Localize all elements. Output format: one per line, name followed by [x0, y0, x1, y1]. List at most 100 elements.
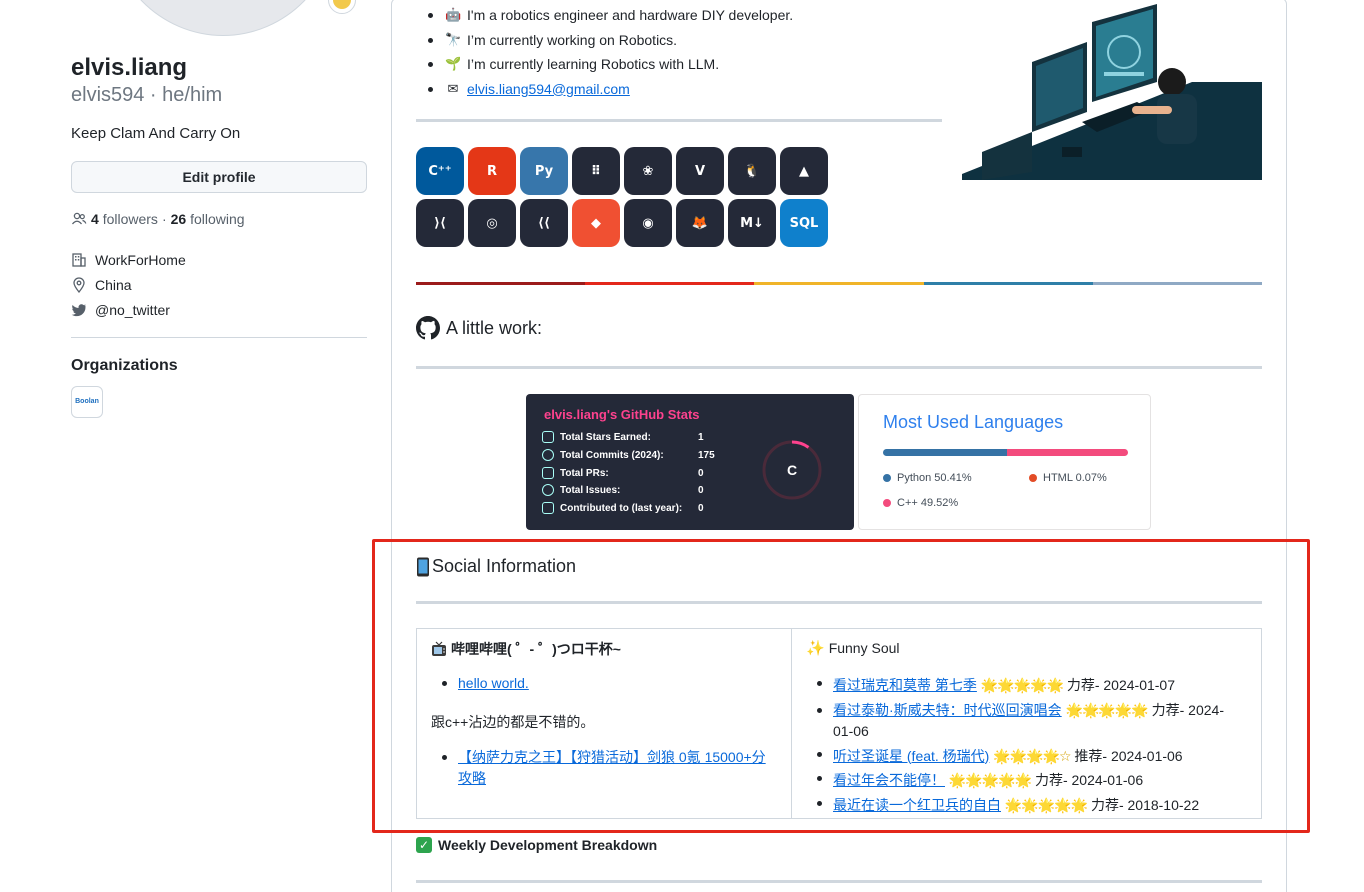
star-icon: [542, 431, 554, 443]
people-icon: [71, 212, 87, 225]
issue-icon: [542, 484, 554, 496]
following-link[interactable]: 26 following: [171, 211, 245, 227]
video-link[interactable]: hello world.: [458, 675, 529, 691]
color-segment: [1092, 282, 1263, 285]
edit-profile-button[interactable]: Edit profile: [71, 161, 367, 193]
color-segment: [923, 282, 1093, 285]
list-item: 看过瑞克和莫蒂 第七季 🌟🌟🌟🌟🌟 力荐- 2024-01-07: [817, 673, 1243, 698]
stats-row: Contributed to (last year): 0: [542, 502, 704, 514]
profile-location: China: [71, 277, 132, 293]
profile-company: WorkForHome: [71, 252, 186, 268]
rating-stars: 🌟🌟🌟🌟🌟: [980, 677, 1064, 693]
profile-twitter[interactable]: @no_twitter: [71, 302, 170, 318]
tv-icon: [432, 641, 446, 656]
list-item: 🌱 I’m currently learning Robotics with LL…: [427, 52, 793, 77]
repo-icon: [542, 502, 554, 514]
language-dot: [883, 499, 891, 507]
grade-ring: C: [762, 440, 822, 500]
language-legend-item: Python 50.41%: [883, 472, 972, 484]
profile-full-name: elvis.liang: [71, 54, 188, 81]
status-emoji-icon[interactable]: [328, 0, 356, 14]
language-dot: [883, 474, 891, 482]
organization-avatar[interactable]: Boolan: [71, 386, 103, 418]
rating-stars: 🌟🌟🌟🌟🌟: [1065, 701, 1149, 718]
weekly-heading: ✓ Weekly Development Breakdown: [416, 837, 657, 853]
github-icon: ◉: [624, 199, 672, 247]
language-bar-segment: [883, 449, 1007, 456]
list-item: hello world.: [442, 673, 529, 694]
building-icon: [72, 253, 86, 267]
bilibili-list-1: hello world.: [442, 673, 529, 694]
vim-icon: V: [676, 147, 724, 195]
python-icon: Py: [520, 147, 568, 195]
list-item: 🤖 I'm a robotics engineer and hardware DI…: [427, 3, 793, 28]
github-octocat-icon: [416, 316, 440, 340]
profile-bio: Keep Clam And Carry On: [71, 125, 241, 142]
language-dot: [1029, 474, 1037, 482]
list-item: 【纳萨力克之王】【狩猎活动】剑狼 0氪 15000+分攻略: [442, 747, 778, 789]
list-item: 听过圣诞星 (feat. 杨瑞代) 🌟🌟🌟🌟☆ 推荐- 2024-01-06: [817, 744, 1243, 769]
followers-link[interactable]: 4 followers: [91, 211, 158, 227]
divider: [416, 366, 1262, 369]
grade-text: C: [787, 462, 797, 478]
tech-stack-icons: C⁺⁺ R Py ⠿ ❀ V 🐧 ▲ ⟩⟨ ◎ ⟨⟨ ◆ ◉ 🦊 M↓ SQL: [416, 147, 828, 247]
github-stats-card[interactable]: elvis.liang's GitHub Stats Total Stars E…: [526, 394, 854, 530]
douban-link[interactable]: 看过年会不能停！: [833, 772, 945, 788]
git-icon: ◆: [572, 199, 620, 247]
bilibili-heading: 哔哩哔哩( ゜- ゜)つロ干杯~: [431, 639, 621, 659]
language-bar-segment: [1006, 449, 1128, 456]
twitter-icon: [71, 304, 86, 317]
intro-list: 🤖 I'm a robotics engineer and hardware DI…: [427, 3, 793, 102]
clock-icon: [542, 449, 554, 461]
developer-illustration: [962, 4, 1262, 180]
email-icon: ✉: [447, 80, 459, 96]
vscode-icon: ⟩⟨: [416, 199, 464, 247]
sqlite-icon: SQL: [780, 199, 828, 247]
divider: [416, 601, 1262, 604]
languages-bar: [883, 449, 1128, 456]
cmake-icon: ▲: [780, 147, 828, 195]
seedling-icon: 🌱: [445, 56, 462, 72]
blender-icon: ◎: [468, 199, 516, 247]
stats-row: Total PRs: 0: [542, 467, 704, 479]
list-item: 看过年会不能停！ 🌟🌟🌟🌟🌟 力荐- 2024-01-06: [817, 768, 1243, 793]
douban-link[interactable]: 最近在读一个红卫兵的自白: [833, 797, 1001, 813]
social-heading: Social Information: [416, 556, 576, 577]
organizations-heading: Organizations: [71, 357, 178, 374]
list-item: 🔭 I’m currently working on Robotics.: [427, 28, 793, 53]
list-item: ✉ elvis.liang594@gmail.com: [427, 77, 793, 102]
follow-stats: 4 followers · 26 following: [71, 211, 245, 227]
list-item: 最近在读一个红卫兵的自白 🌟🌟🌟🌟🌟 力荐- 2018-10-22: [817, 793, 1243, 818]
color-segment: [585, 282, 755, 285]
rating-stars: 🌟🌟🌟🌟🌟: [1004, 796, 1088, 813]
color-segment: [754, 282, 924, 285]
language-legend-item: HTML 0.07%: [1029, 472, 1107, 484]
funny-soul-column: ✨ Funny Soul 看过瑞克和莫蒂 第七季 🌟🌟🌟🌟🌟 力荐- 2024-…: [792, 629, 1261, 818]
douban-link[interactable]: 听过圣诞星 (feat. 杨瑞代): [833, 748, 989, 764]
profile-username: elvis594 · he/him: [71, 84, 223, 106]
color-divider: [416, 282, 1263, 285]
list-item: 看过泰勒·斯威夫特：时代巡回演唱会 🌟🌟🌟🌟🌟 力荐- 2024-01-06: [817, 700, 1243, 742]
gitlab-icon: 🦊: [676, 199, 724, 247]
divider: [416, 119, 942, 122]
avatar[interactable]: [108, 0, 338, 36]
douban-link[interactable]: 看过瑞克和莫蒂 第七季: [833, 677, 977, 693]
email-link[interactable]: elvis.liang594@gmail.com: [467, 81, 630, 97]
divider: [416, 880, 1262, 883]
languages-title: Most Used Languages: [883, 412, 1064, 432]
stats-row: Total Issues: 0: [542, 484, 704, 496]
douban-link[interactable]: 看过泰勒·斯威夫特：时代巡回演唱会: [833, 702, 1062, 718]
video-link[interactable]: 【纳萨力克之王】【狩猎活动】剑狼 0氪 15000+分攻略: [458, 749, 766, 786]
social-table: 哔哩哔哩( ゜- ゜)つロ干杯~ hello world. 跟c++沾边的都是不…: [416, 628, 1262, 819]
color-segment: [416, 282, 586, 285]
languages-card[interactable]: Most Used Languages Python 50.41% HTML 0…: [858, 394, 1151, 530]
language-legend-item: C++ 49.52%: [883, 497, 958, 509]
rust-icon: R: [468, 147, 516, 195]
bilibili-column: 哔哩哔哩( ゜- ゜)つロ干杯~ hello world. 跟c++沾边的都是不…: [417, 629, 792, 818]
stats-row: Total Commits (2024): 175: [542, 449, 715, 461]
funny-soul-list: 看过瑞克和莫蒂 第七季 🌟🌟🌟🌟🌟 力荐- 2024-01-07 看过泰勒·斯威…: [817, 673, 1243, 818]
check-mark-icon: ✓: [416, 837, 432, 853]
stats-row: Total Stars Earned: 1: [542, 431, 704, 443]
robot-icon: 🤖: [445, 7, 462, 23]
raspberry-pi-icon: ❀: [624, 147, 672, 195]
